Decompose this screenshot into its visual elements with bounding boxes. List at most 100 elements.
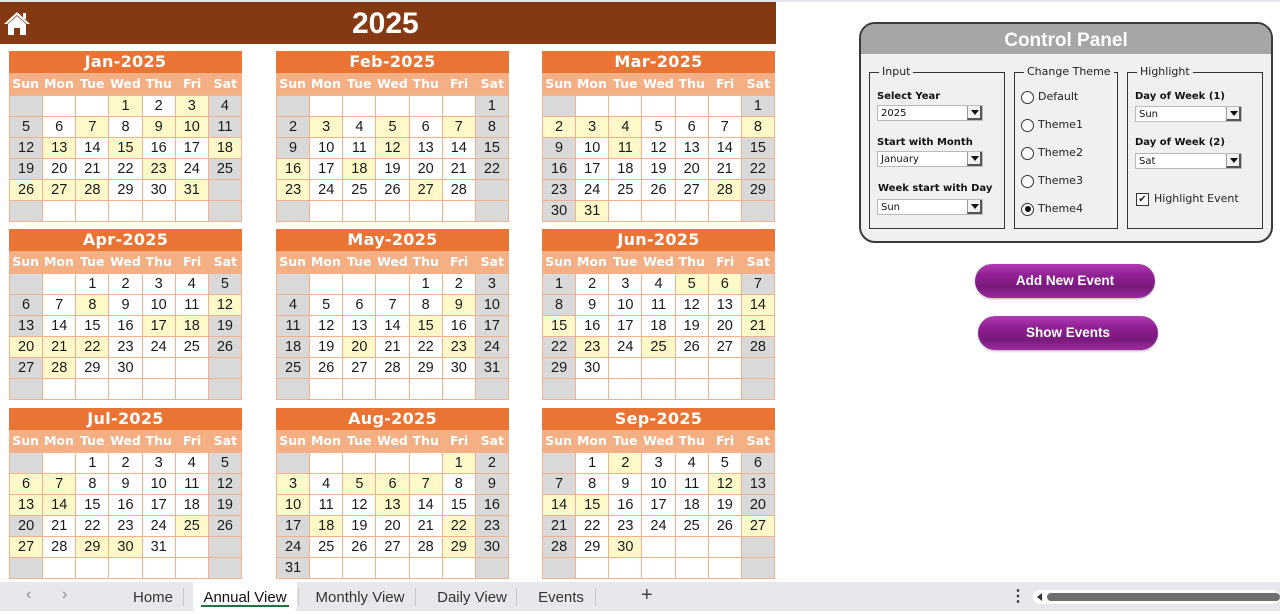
day-cell[interactable]: 10: [609, 295, 643, 316]
day-cell[interactable]: 16: [475, 495, 509, 516]
day-cell[interactable]: 18: [609, 159, 643, 180]
day-cell[interactable]: 21: [43, 516, 77, 537]
day-cell[interactable]: [10, 96, 44, 117]
day-cell[interactable]: 26: [10, 180, 44, 201]
dropdown-arrow-icon[interactable]: [1226, 154, 1241, 168]
day-cell[interactable]: 13: [376, 495, 410, 516]
day-cell[interactable]: 7: [43, 295, 77, 316]
radio-icon[interactable]: [1021, 90, 1034, 104]
day-cell[interactable]: 7: [741, 274, 775, 295]
day-cell[interactable]: 27: [343, 358, 377, 379]
day-cell[interactable]: 30: [609, 537, 643, 558]
day-cell[interactable]: [543, 558, 577, 579]
day-cell[interactable]: [76, 96, 110, 117]
day-cell[interactable]: 1: [442, 453, 476, 474]
day-cell[interactable]: 26: [376, 180, 410, 201]
day-cell[interactable]: 20: [409, 159, 443, 180]
day-cell[interactable]: 21: [43, 337, 77, 358]
day-cell[interactable]: 7: [43, 474, 77, 495]
day-cell[interactable]: 4: [208, 96, 242, 117]
day-cell[interactable]: 3: [576, 117, 610, 138]
day-cell[interactable]: 28: [43, 537, 77, 558]
day-cell[interactable]: 6: [10, 295, 44, 316]
day-cell[interactable]: [609, 379, 643, 400]
day-cell[interactable]: 9: [109, 474, 143, 495]
day-cell[interactable]: [343, 96, 377, 117]
dropdown-arrow-icon[interactable]: [1226, 107, 1241, 121]
day-cell[interactable]: [675, 558, 709, 579]
day-cell[interactable]: [675, 537, 709, 558]
day-cell[interactable]: [109, 379, 143, 400]
day-cell[interactable]: 15: [475, 138, 509, 159]
day-cell[interactable]: 2: [442, 274, 476, 295]
day-cell[interactable]: 12: [343, 495, 377, 516]
day-cell[interactable]: 8: [76, 474, 110, 495]
day-cell[interactable]: [175, 201, 209, 222]
day-cell[interactable]: [43, 453, 77, 474]
day-cell[interactable]: [10, 379, 44, 400]
day-cell[interactable]: 20: [43, 159, 77, 180]
day-cell[interactable]: [376, 558, 410, 579]
day-cell[interactable]: 25: [310, 537, 344, 558]
day-cell[interactable]: 26: [208, 516, 242, 537]
day-cell[interactable]: 25: [343, 180, 377, 201]
horizontal-scrollbar[interactable]: [1033, 590, 1280, 604]
day-cell[interactable]: [409, 201, 443, 222]
day-cell[interactable]: [642, 558, 676, 579]
day-cell[interactable]: 10: [475, 295, 509, 316]
day-cell[interactable]: 30: [109, 358, 143, 379]
day-cell[interactable]: 16: [576, 316, 610, 337]
day-cell[interactable]: 21: [376, 337, 410, 358]
day-cell[interactable]: 10: [310, 138, 344, 159]
day-cell[interactable]: 14: [76, 138, 110, 159]
add-sheet-icon[interactable]: +: [641, 584, 653, 607]
day-cell[interactable]: [277, 96, 311, 117]
day-cell[interactable]: 15: [109, 138, 143, 159]
day-cell[interactable]: [741, 358, 775, 379]
day-cell[interactable]: 5: [376, 117, 410, 138]
day-cell[interactable]: 22: [543, 337, 577, 358]
day-cell[interactable]: [109, 558, 143, 579]
day-cell[interactable]: 27: [409, 180, 443, 201]
day-cell[interactable]: 24: [142, 516, 176, 537]
day-cell[interactable]: 19: [208, 316, 242, 337]
day-cell[interactable]: 1: [475, 96, 509, 117]
day-cell[interactable]: 24: [310, 180, 344, 201]
day-cell[interactable]: 6: [376, 474, 410, 495]
day-cell[interactable]: [475, 201, 509, 222]
theme-radio-theme4[interactable]: Theme4: [1021, 202, 1083, 216]
radio-icon[interactable]: [1021, 146, 1034, 160]
day-cell[interactable]: 6: [741, 453, 775, 474]
day-cell[interactable]: 20: [675, 159, 709, 180]
day-cell[interactable]: 5: [208, 453, 242, 474]
day-cell[interactable]: [475, 379, 509, 400]
day-cell[interactable]: 25: [175, 516, 209, 537]
day-cell[interactable]: 22: [76, 337, 110, 358]
day-cell[interactable]: 13: [10, 316, 44, 337]
day-cell[interactable]: 19: [642, 159, 676, 180]
day-cell[interactable]: 27: [10, 537, 44, 558]
day-cell[interactable]: 8: [409, 295, 443, 316]
day-cell[interactable]: 27: [376, 537, 410, 558]
day-cell[interactable]: [576, 558, 610, 579]
day-cell[interactable]: 21: [76, 159, 110, 180]
day-cell[interactable]: 26: [208, 337, 242, 358]
day-cell[interactable]: 10: [642, 474, 676, 495]
radio-icon[interactable]: [1021, 118, 1034, 132]
day-cell[interactable]: 25: [609, 180, 643, 201]
sheet-tab-home[interactable]: Home: [124, 582, 182, 611]
day-cell[interactable]: 27: [10, 358, 44, 379]
day-cell[interactable]: 4: [175, 453, 209, 474]
day-cell[interactable]: 5: [708, 453, 742, 474]
day-cell[interactable]: 12: [708, 474, 742, 495]
theme-radio-theme2[interactable]: Theme2: [1021, 146, 1083, 160]
day-cell[interactable]: 8: [442, 474, 476, 495]
day-cell[interactable]: 17: [142, 316, 176, 337]
theme-radio-theme3[interactable]: Theme3: [1021, 174, 1083, 188]
day-cell[interactable]: 14: [376, 316, 410, 337]
day-cell[interactable]: 22: [741, 159, 775, 180]
day-cell[interactable]: 26: [343, 537, 377, 558]
day-cell[interactable]: 3: [142, 274, 176, 295]
dropdown-arrow-icon[interactable]: [967, 200, 982, 214]
day-cell[interactable]: [741, 201, 775, 222]
